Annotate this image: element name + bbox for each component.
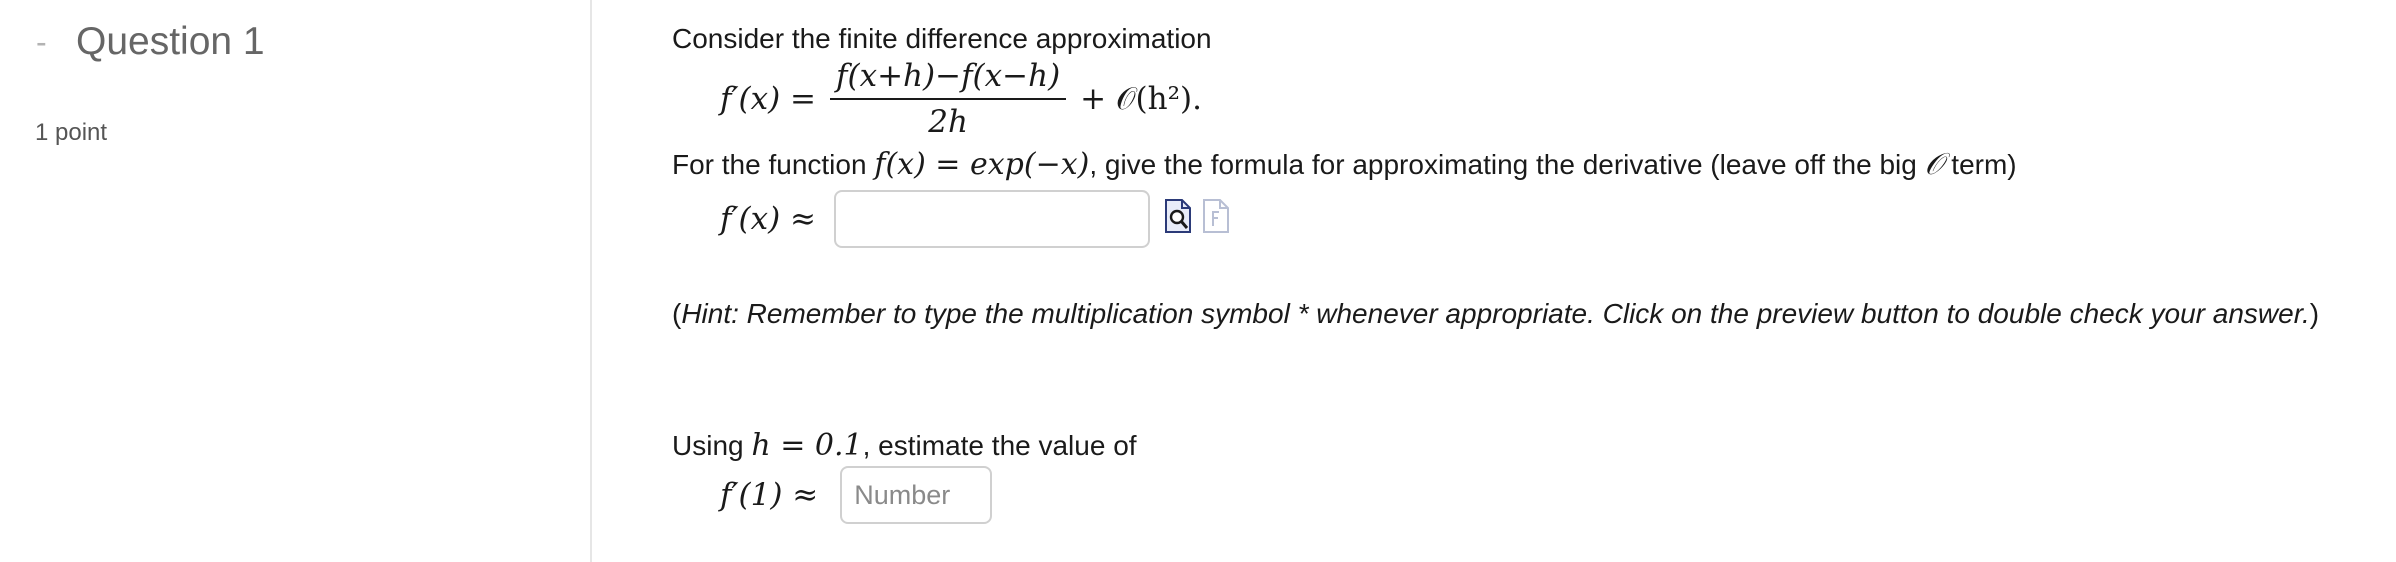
derivative-label: f′(x) ≈: [720, 201, 817, 237]
formula-editor-icon[interactable]: [1202, 198, 1230, 241]
estimate-answer-row: f′(1) ≈: [720, 466, 993, 524]
question-points: 1 point: [35, 119, 108, 146]
derivative-answer-row: f′(x) ≈: [720, 190, 1230, 248]
hint-text: (Hint: Remember to type the multiplicati…: [672, 294, 2320, 334]
derivative-formula-input[interactable]: [834, 190, 1151, 248]
question-heading[interactable]: - Question 1: [36, 22, 265, 61]
function-prompt-before: For the function: [672, 149, 875, 180]
estimate-prompt-after: , estimate the value of: [862, 430, 1137, 461]
function-prompt-end: term): [1943, 149, 2017, 180]
question-body: Consider the finite difference approxima…: [672, 0, 2396, 562]
bigO-symbol: 𝒪: [1924, 147, 1944, 182]
formula-fraction: f(x+h)−f(x−h) 2h: [830, 58, 1067, 140]
intro-text: Consider the finite difference approxima…: [672, 23, 1212, 54]
estimate-label: f′(1) ≈: [720, 477, 819, 513]
preview-magnifier-icon[interactable]: [1164, 198, 1192, 241]
h-value: h = 0.1: [751, 428, 863, 463]
formula-error-term: + 𝒪(h²).: [1080, 80, 1202, 117]
estimate-number-input[interactable]: [840, 466, 993, 524]
estimate-prompt-before: Using: [672, 430, 752, 461]
central-difference-formula: f′(x) = f(x+h)−f(x−h) 2h + 𝒪(h²).: [720, 58, 1202, 140]
question-title: Question 1: [76, 20, 265, 63]
estimate-prompt: Using h = 0.1, estimate the value of: [672, 428, 1137, 464]
hint-body: Hint: Remember to type the multiplicatio…: [681, 298, 2310, 329]
collapse-icon[interactable]: -: [36, 26, 62, 58]
function-prompt: For the function f(x) = exp(−x), give th…: [672, 147, 2017, 183]
fraction-denominator: 2h: [928, 104, 968, 140]
formula-lhs: f′(x) =: [720, 81, 817, 117]
function-definition: f(x) = exp(−x): [874, 147, 1090, 182]
question-sidebar: - Question 1 1 point: [0, 0, 592, 562]
function-prompt-after: , give the formula for approximating the…: [1089, 149, 1925, 180]
hint-close-paren: ): [2309, 298, 2320, 329]
fraction-numerator: f(x+h)−f(x−h): [830, 58, 1067, 100]
hint-open-paren: (: [672, 298, 682, 329]
